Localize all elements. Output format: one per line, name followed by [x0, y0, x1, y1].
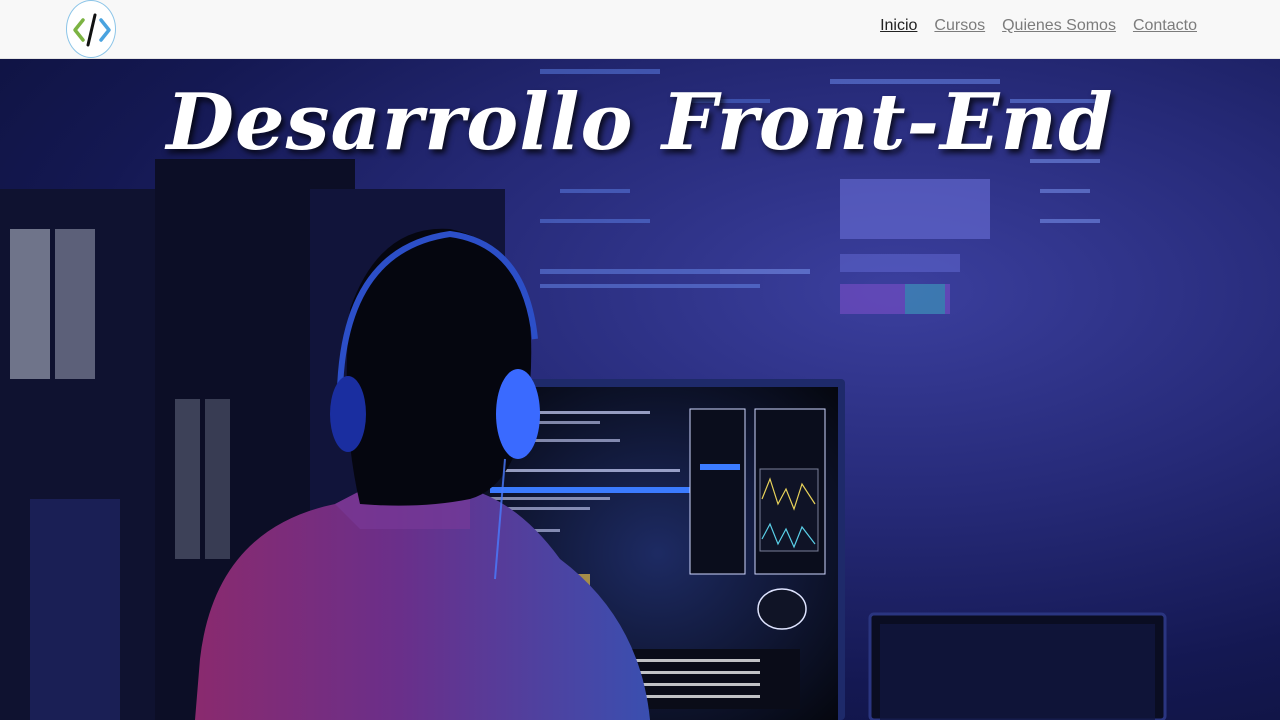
- nav-link-quienes-somos[interactable]: Quienes Somos: [1002, 17, 1116, 35]
- hero-section: Desarrollo Front-End: [0, 59, 1280, 720]
- code-logo[interactable]: [66, 0, 116, 58]
- code-brackets-icon: [73, 13, 111, 47]
- page: Inicio Cursos Quienes Somos Contacto Des…: [0, 0, 1280, 720]
- nav-link-contacto[interactable]: Contacto: [1133, 17, 1197, 35]
- nav-link-cursos[interactable]: Cursos: [934, 17, 985, 35]
- hero-title: Desarrollo Front-End: [166, 77, 1114, 168]
- navbar: Inicio Cursos Quienes Somos Contacto: [0, 0, 1280, 59]
- main-nav: Inicio Cursos Quienes Somos Contacto: [880, 17, 1197, 35]
- nav-link-inicio[interactable]: Inicio: [880, 17, 917, 35]
